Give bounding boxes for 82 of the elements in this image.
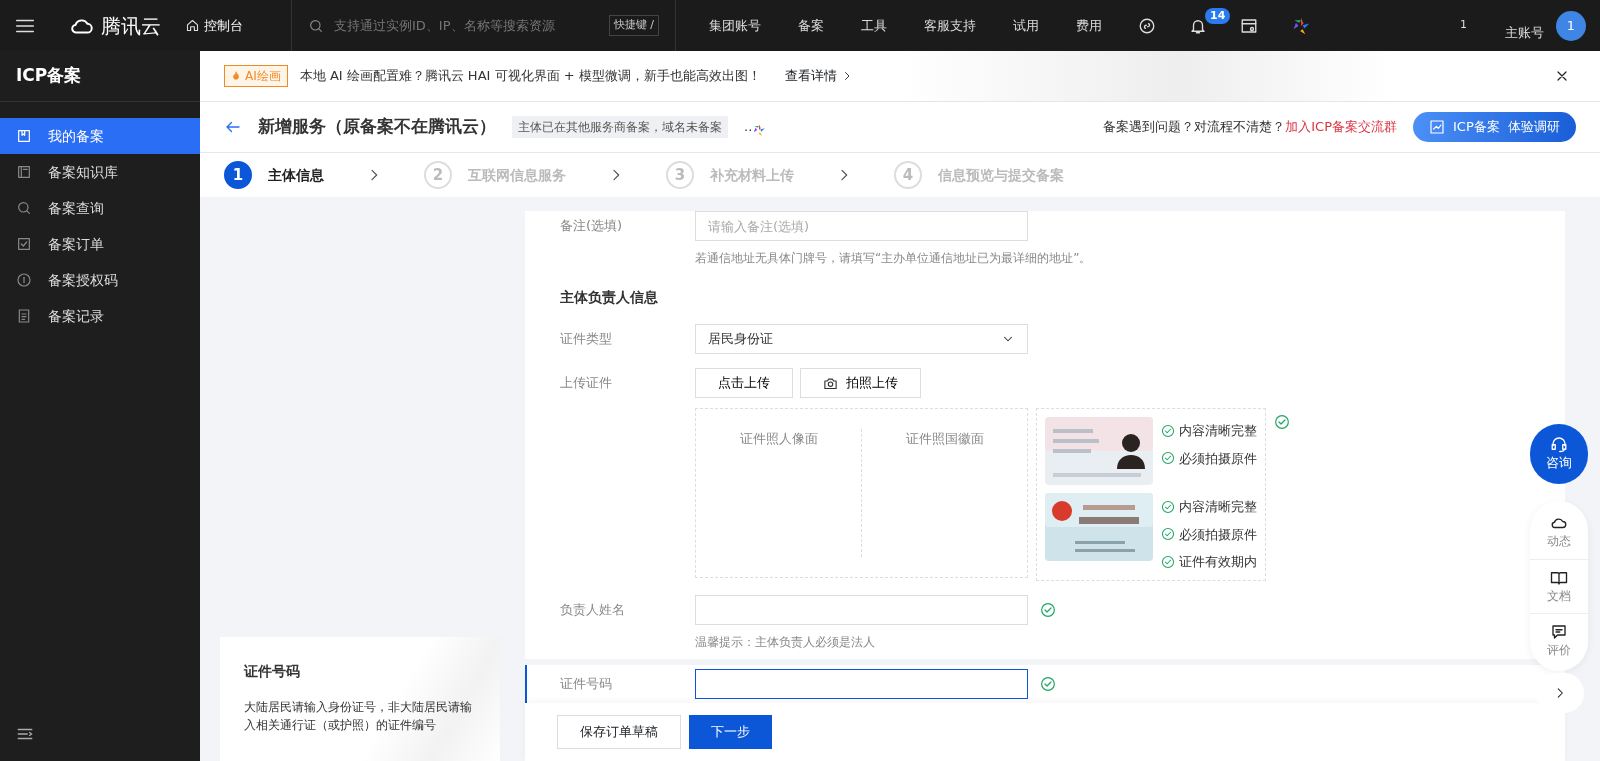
success-check-icon bbox=[1161, 527, 1175, 542]
help-text: 大陆居民请输入身份证号，非大陆居民请输入相关通行证（或护照）的证件编号 bbox=[244, 699, 473, 734]
nav-link[interactable]: 客服支持 bbox=[924, 15, 976, 36]
field-label: 备注(选填) bbox=[560, 217, 624, 236]
section-title: 主体负责人信息 bbox=[560, 288, 659, 307]
help-title: 证件号码 bbox=[244, 662, 301, 681]
upload-slot-label: 证件照人像面 bbox=[739, 431, 818, 446]
success-check-icon bbox=[1161, 499, 1175, 514]
id-number-field[interactable] bbox=[695, 669, 1028, 699]
nav-link[interactable]: 工具 bbox=[861, 15, 887, 36]
nav-link[interactable]: 集团账号 bbox=[709, 15, 761, 36]
sidebar-item[interactable]: 备案记录 bbox=[0, 298, 200, 334]
step-item[interactable]: 1 主体信息 bbox=[224, 161, 324, 189]
document-icon bbox=[16, 308, 32, 324]
help-question: 备案遇到问题？对流程不清楚？加入ICP备案交流群 bbox=[1103, 118, 1397, 137]
sidebar-item[interactable]: 我的备案 bbox=[0, 118, 200, 154]
nav-link[interactable]: 费用 bbox=[1076, 15, 1102, 36]
notification-badge: 14 bbox=[1205, 7, 1231, 24]
billing-icon[interactable] bbox=[1240, 16, 1258, 35]
sidebar-item[interactable]: 备案查询 bbox=[0, 190, 200, 226]
upload-button[interactable]: 拍照上传 bbox=[800, 368, 921, 398]
comment-icon bbox=[1550, 622, 1568, 641]
requirement-text: 内容清晰完整 bbox=[1179, 498, 1257, 516]
float-tool-button[interactable]: 文档 bbox=[1530, 559, 1588, 613]
sidebar-item[interactable]: 备案订单 bbox=[0, 226, 200, 262]
checkbox-icon bbox=[16, 236, 32, 252]
console-link[interactable]: 控制台 bbox=[185, 15, 243, 36]
headset-icon bbox=[1550, 435, 1568, 454]
requirement-text: 必须拍摄原件 bbox=[1179, 449, 1257, 468]
success-check-icon bbox=[1161, 423, 1175, 438]
name-field[interactable] bbox=[695, 594, 1028, 625]
search-field[interactable]: 支持通过实例ID、IP、名称等搜索资源 bbox=[332, 14, 601, 37]
success-check-icon bbox=[1161, 554, 1175, 569]
sidebar-item[interactable]: 备案知识库 bbox=[0, 154, 200, 190]
nav-link[interactable]: 试用 bbox=[1013, 15, 1039, 36]
float-tool-button[interactable]: 动态 bbox=[1530, 505, 1588, 559]
flame-icon bbox=[231, 71, 241, 81]
brand-name: 腾讯云 bbox=[101, 12, 161, 40]
next-button[interactable]: 下一步 bbox=[689, 715, 772, 749]
success-check-icon bbox=[1161, 451, 1175, 466]
field-hint: 若通信地址无具体门牌号，请填写“主办单位通信地址已为最详细的地址”。 bbox=[695, 250, 1093, 267]
field-label: 负责人姓名 bbox=[560, 600, 626, 619]
id-type-select[interactable]: 居民身份证 bbox=[695, 324, 1028, 354]
join-group-link[interactable]: 加入ICP备案交流群 bbox=[1285, 119, 1397, 135]
upload-area[interactable]: 证件照人像面 证件照国徽面 bbox=[695, 408, 1028, 578]
chart-icon bbox=[1429, 119, 1445, 135]
sidebar-item[interactable]: 备案授权码 bbox=[0, 262, 200, 298]
book-icon bbox=[16, 128, 32, 144]
home-icon bbox=[185, 18, 200, 33]
field-label: 上传证件 bbox=[560, 374, 613, 393]
remark-field[interactable]: 请输入备注(选填) bbox=[695, 211, 1028, 241]
requirement-text: 内容清晰完整 bbox=[1179, 422, 1257, 440]
upload-slot-label: 证件照国徽面 bbox=[905, 431, 984, 446]
field-label: 证件号码 bbox=[560, 675, 613, 694]
sidebar-title: ICP备案 bbox=[16, 64, 82, 88]
number-circle-icon bbox=[16, 272, 32, 288]
account-name[interactable]: 主账号 bbox=[1505, 22, 1544, 43]
upload-button[interactable]: 点击上传 bbox=[695, 368, 793, 398]
avatar[interactable]: 1 bbox=[1556, 10, 1586, 41]
float-tool-button[interactable]: 评价 bbox=[1530, 613, 1588, 667]
camera-icon bbox=[823, 375, 838, 391]
consult-button[interactable]: 咨询 bbox=[1530, 424, 1588, 484]
nav-link[interactable]: 备案 bbox=[798, 15, 824, 36]
requirement-text: 必须拍摄原件 bbox=[1179, 525, 1257, 544]
banner-text: 本地 AI 绘画配置难？腾讯云 HAI 可视化界面 + 模型微调，新手也能高效出图！ bbox=[299, 67, 761, 86]
link-icon[interactable] bbox=[1138, 16, 1156, 35]
requirement-text: 证件有效期内 bbox=[1179, 553, 1257, 571]
star-logo-icon bbox=[752, 122, 767, 137]
counter-text: 1 bbox=[1460, 16, 1467, 33]
field-hint: 温馨提示：主体负责人必须是法人 bbox=[695, 633, 876, 651]
page-title: 新增服务（原备案不在腾讯云） bbox=[258, 115, 496, 139]
field-label: 证件类型 bbox=[560, 330, 613, 349]
save-draft-button[interactable]: 保存订单草稿 bbox=[557, 715, 681, 749]
ai-tag: AI绘画 bbox=[224, 65, 288, 87]
dots-text: .. bbox=[744, 118, 753, 137]
shortcut-key: 快捷键 / bbox=[608, 15, 659, 36]
search-icon bbox=[16, 200, 32, 216]
details-link[interactable]: 查看详情 bbox=[784, 66, 853, 86]
scenario-tag: 主体已在其他服务商备案，域名未备案 bbox=[512, 116, 728, 138]
notebook-icon bbox=[16, 164, 32, 180]
survey-button[interactable]: ICP备案 体验调研 bbox=[1413, 112, 1576, 142]
search-icon bbox=[308, 17, 324, 34]
